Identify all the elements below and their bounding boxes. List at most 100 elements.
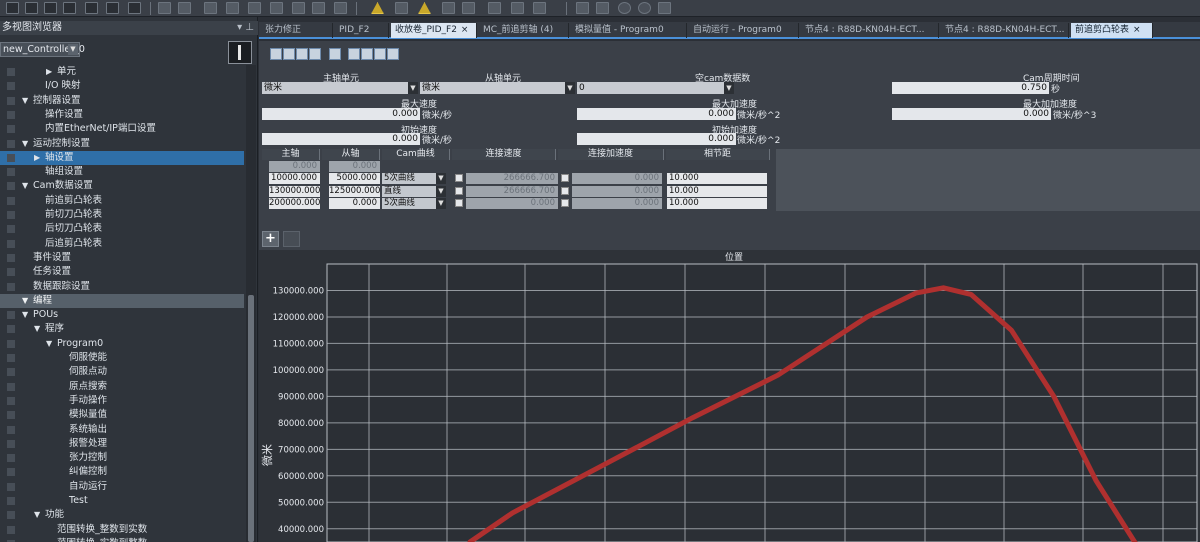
- editor-tab[interactable]: 前追剪凸轮表 ×: [1071, 23, 1153, 38]
- max-accel-input[interactable]: 0.000: [577, 108, 736, 120]
- fit-icon[interactable]: [576, 2, 589, 14]
- warning-icon[interactable]: [371, 2, 384, 14]
- mode-icon[interactable]: [270, 2, 283, 14]
- chevron-down-icon[interactable]: ▼: [724, 82, 734, 94]
- toolbox-icon[interactable]: [292, 2, 305, 14]
- chevron-down-icon[interactable]: ▼: [408, 82, 418, 94]
- save-icon[interactable]: [128, 2, 141, 14]
- font-icon[interactable]: [312, 2, 325, 14]
- offline-icon[interactable]: [178, 2, 191, 14]
- tree-item[interactable]: 范围转换_实数到整数: [0, 537, 244, 542]
- paste-icon[interactable]: [44, 2, 57, 14]
- tree-item[interactable]: 伺服点动: [0, 365, 244, 379]
- cam-curve-select[interactable]: 5次曲线 ▼: [382, 173, 446, 184]
- scrollbar-thumb[interactable]: [248, 295, 254, 542]
- initial-velocity-input[interactable]: 0.000: [262, 133, 420, 145]
- connect-velocity-checkbox[interactable]: [455, 174, 463, 182]
- connect-accel-checkbox[interactable]: [561, 174, 569, 182]
- tree-item[interactable]: 张力控制: [0, 451, 244, 465]
- chevron-down-icon[interactable]: ▼: [565, 82, 575, 94]
- tree-item[interactable]: ▼ POUs: [0, 308, 244, 322]
- tree-item[interactable]: 范围转换_整数到实数: [0, 523, 244, 537]
- expand-arrow-icon[interactable]: ▼: [46, 337, 52, 351]
- editor-tab[interactable]: 节点4 : R88D-KN04H-ECT...: [801, 23, 939, 38]
- tree-item[interactable]: 原点搜索: [0, 380, 244, 394]
- expand-arrow-icon[interactable]: ▼: [22, 294, 28, 308]
- tree-item[interactable]: ▼ 功能: [0, 508, 244, 522]
- hand-icon[interactable]: [596, 2, 609, 14]
- slave-unit-select[interactable]: 微米 ▼: [420, 82, 575, 94]
- grid-icon[interactable]: [348, 48, 360, 60]
- editor-tab[interactable]: 张力修正: [261, 23, 333, 38]
- cell-master[interactable]: 10000.000: [269, 173, 320, 184]
- simulate-icon[interactable]: [395, 2, 408, 14]
- cell-phase-pitch[interactable]: 10.000: [667, 198, 767, 209]
- cam-curve-select[interactable]: 直线 ▼: [382, 185, 446, 197]
- expand-arrow-icon[interactable]: ▼: [22, 179, 28, 193]
- transfer-icon[interactable]: [204, 2, 217, 14]
- connect-accel-checkbox[interactable]: [561, 186, 569, 195]
- editor-tab[interactable]: MC_前追剪轴 (4): [479, 23, 569, 38]
- zoom-fit-icon[interactable]: [658, 2, 671, 14]
- tree-item[interactable]: ▼ 程序: [0, 322, 244, 336]
- tree-item[interactable]: ▼ 运动控制设置: [0, 137, 244, 151]
- pause-icon[interactable]: [488, 2, 501, 14]
- alarm-icon[interactable]: [418, 2, 431, 14]
- editor-tab[interactable]: 节点4 : R88D-KN04H-ECT...: [941, 23, 1069, 38]
- pin-icon[interactable]: ▾ ⊥: [237, 21, 254, 35]
- compare-icon[interactable]: [226, 2, 239, 14]
- cell-slave[interactable]: 125000.000: [329, 185, 380, 197]
- close-icon[interactable]: ×: [461, 25, 469, 35]
- expand-arrow-icon[interactable]: ▼: [34, 322, 40, 336]
- cell-master[interactable]: 200000.000: [269, 198, 320, 209]
- tree-item[interactable]: 操作设置: [0, 108, 244, 122]
- tree-item[interactable]: ▼ Cam数据设置: [0, 179, 244, 193]
- editor-tab[interactable]: PID_F2: [335, 23, 389, 38]
- cam-curve-select[interactable]: 5次曲线 ▼: [382, 198, 446, 209]
- delete-row-button[interactable]: [283, 231, 300, 247]
- tree-item[interactable]: 模拟量值: [0, 408, 244, 422]
- run-icon[interactable]: [442, 2, 455, 14]
- tree-item[interactable]: ▼ 编程: [0, 293, 244, 308]
- redo-icon[interactable]: [106, 2, 119, 14]
- tree-item[interactable]: ▶ 轴设置: [0, 150, 244, 165]
- tree-item[interactable]: ▼ 控制器设置: [0, 94, 244, 108]
- editor-tab[interactable]: 收放卷_PID_F2 ×: [391, 23, 477, 38]
- expand-arrow-icon[interactable]: ▼: [22, 137, 28, 151]
- delete-icon[interactable]: [63, 2, 76, 14]
- tree-item[interactable]: 系统输出: [0, 423, 244, 437]
- chevron-down-icon[interactable]: ▼: [436, 198, 446, 209]
- cam-period-input[interactable]: 0.750: [892, 82, 1049, 94]
- connect-velocity-checkbox[interactable]: [455, 186, 463, 195]
- tree-item[interactable]: 轴组设置: [0, 165, 244, 179]
- cell-master[interactable]: 130000.000: [269, 185, 320, 197]
- table-view-icon[interactable]: [270, 48, 282, 60]
- explorer-splitter[interactable]: [228, 41, 252, 64]
- tree-item[interactable]: 后切刀凸轮表: [0, 222, 244, 236]
- close-icon[interactable]: ×: [1133, 25, 1141, 35]
- controller-select[interactable]: new_Controller_0 ▼: [0, 42, 85, 57]
- collapse-arrow-icon[interactable]: ▶: [46, 65, 52, 79]
- tree-item[interactable]: 内置EtherNet/IP端口设置: [0, 122, 244, 136]
- step-over-icon[interactable]: [533, 2, 546, 14]
- collapse-arrow-icon[interactable]: ▶: [34, 151, 40, 165]
- cell-phase-pitch[interactable]: 10.000: [667, 185, 767, 197]
- cut-icon[interactable]: [25, 2, 38, 14]
- connect-velocity-checkbox[interactable]: [455, 199, 463, 207]
- expand-arrow-icon[interactable]: ▼: [22, 94, 28, 108]
- graph-view-icon[interactable]: [283, 48, 295, 60]
- stop-icon[interactable]: [462, 2, 475, 14]
- tree-item[interactable]: 纠偏控制: [0, 465, 244, 479]
- connect-accel-checkbox[interactable]: [561, 199, 569, 207]
- chevron-down-icon[interactable]: ▼: [436, 173, 446, 184]
- chevron-down-icon[interactable]: ▼: [68, 44, 78, 55]
- tree-item[interactable]: Test: [0, 494, 244, 508]
- empty-cam-count-select[interactable]: 0 ▼: [577, 82, 734, 94]
- tree-item[interactable]: 伺服使能: [0, 351, 244, 365]
- step-icon[interactable]: [511, 2, 524, 14]
- cell-slave[interactable]: 5000.000: [329, 173, 380, 184]
- tree-item[interactable]: ▼ Program0: [0, 337, 244, 351]
- pointer-icon[interactable]: [329, 48, 341, 60]
- monitor-icon[interactable]: [334, 2, 347, 14]
- settings-icon[interactable]: [309, 48, 321, 60]
